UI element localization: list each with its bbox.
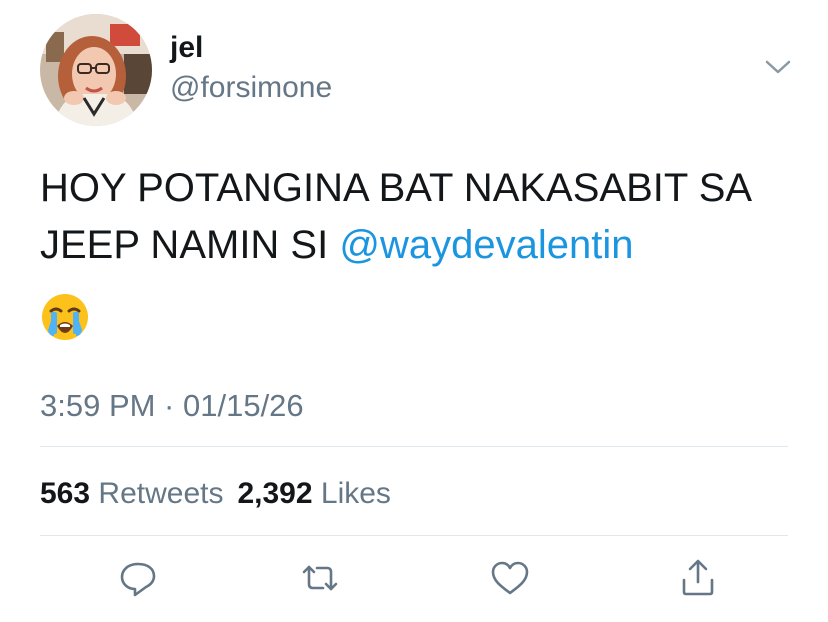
divider — [40, 535, 788, 536]
profile-photo-icon — [40, 14, 152, 126]
likes-count: 2,392 — [237, 477, 313, 510]
retweet-icon — [302, 565, 338, 591]
tweet-text: HOY POTANGINA BAT NAKASABIT SA JEEP NAMI… — [40, 160, 800, 274]
likes-stat[interactable]: 2,392 Likes — [237, 477, 390, 510]
tweet-timestamp[interactable]: 3:59 PM · 01/15/26 — [40, 386, 304, 426]
likes-label: Likes — [320, 477, 391, 510]
engagement-stats: 563 Retweets 2,392 Likes — [40, 474, 391, 514]
chevron-down-icon — [765, 60, 791, 74]
retweet-button[interactable] — [298, 556, 342, 600]
share-icon — [682, 559, 714, 596]
avatar[interactable] — [40, 14, 152, 126]
heart-icon — [491, 561, 529, 595]
reply-button[interactable] — [116, 556, 160, 600]
share-button[interactable] — [676, 556, 720, 600]
retweets-stat[interactable]: 563 Retweets — [40, 477, 223, 510]
loudly-crying-face-icon — [40, 292, 90, 342]
divider — [40, 446, 788, 447]
display-name[interactable]: jel — [170, 30, 203, 66]
reply-icon — [120, 562, 156, 597]
username-handle[interactable]: @forsimone — [170, 70, 332, 106]
retweets-label: Retweets — [98, 477, 224, 510]
more-options-button[interactable] — [764, 56, 792, 78]
retweets-count: 563 — [40, 477, 91, 510]
like-button[interactable] — [488, 556, 532, 600]
mention-link[interactable]: @waydevalentin — [339, 223, 633, 267]
